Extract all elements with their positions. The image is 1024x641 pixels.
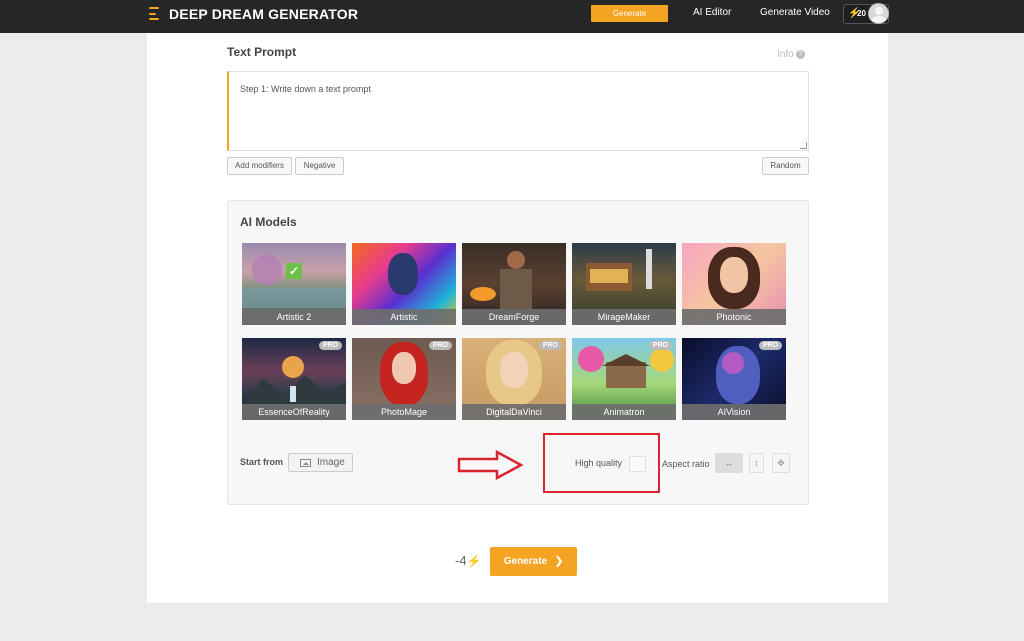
nav-generate-video-link[interactable]: Generate Video [760,7,830,18]
model-label: Artistic 2 [242,309,346,325]
nav-generate-button[interactable]: Generate [591,5,668,22]
cost-indicator: -4⚡ [455,553,482,568]
nav-ai-editor-link[interactable]: AI Editor [693,7,731,18]
pro-badge: PRO [758,341,782,350]
model-label: AIVision [682,404,786,420]
annotation-arrow [457,450,524,480]
pro-badge: PRO [648,341,672,350]
model-label: Artistic [352,309,456,325]
generate-button[interactable]: Generate ❯ [490,547,577,576]
model-label: DreamForge [462,309,566,325]
text-prompt-input[interactable]: Step 1: Write down a text prompt [227,71,809,151]
model-tile-dreamforge[interactable]: DreamForge [462,243,566,325]
model-tile-animatron[interactable]: PRO Animatron [572,338,676,420]
model-tile-miragemaker[interactable]: MirageMaker [572,243,676,325]
negative-button[interactable]: Negative [295,157,344,175]
pro-badge: PRO [538,341,562,350]
aspect-landscape-button[interactable]: ↔ [715,453,743,473]
top-navbar: DEEP DREAM GENERATOR Generate AI Editor … [0,0,1024,33]
model-tile-digitaldavinci[interactable]: PRO DigitalDaVinci [462,338,566,420]
model-label: Animatron [572,404,676,420]
model-tile-photonic[interactable]: Photonic [682,243,786,325]
model-label: EssenceOfReality [242,404,346,420]
model-label: PhotoMage [352,404,456,420]
aspect-square-button[interactable]: ✥ [772,453,790,473]
start-from-label: Start from [240,457,284,467]
model-label: Photonic [682,309,786,325]
check-icon: ✓ [286,263,302,279]
resize-handle[interactable] [800,142,807,149]
model-tile-photomage[interactable]: PRO PhotoMage [352,338,456,420]
image-icon [300,459,311,467]
start-from-image-button[interactable]: Image [288,453,353,472]
info-label: Info [777,49,794,60]
generate-button-label: Generate [503,556,548,567]
ai-models-title: AI Models [240,215,297,229]
cost-value: -4 [455,553,467,568]
model-tile-aivision[interactable]: PRO AIVision [682,338,786,420]
aspect-ratio-label: Aspect ratio [662,459,710,469]
high-quality-checkbox[interactable] [629,456,646,472]
random-button[interactable]: Random [762,157,809,175]
model-label: MirageMaker [572,309,676,325]
credits-count: 20 [857,9,866,18]
high-quality-label: High quality [575,458,623,468]
text-prompt-title: Text Prompt [227,45,297,59]
lightning-icon: ⚡ [466,554,482,568]
chevron-right-icon: ❯ [554,556,564,567]
brand-name[interactable]: DEEP DREAM GENERATOR [169,6,358,22]
pro-badge: PRO [428,341,452,350]
avatar[interactable] [868,3,889,24]
model-tile-artistic[interactable]: Artistic [352,243,456,325]
logo-icon[interactable] [149,7,159,21]
aspect-portrait-button[interactable]: ↕ [749,453,764,473]
model-tile-essenceofreality[interactable]: PRO EssenceOfReality [242,338,346,420]
question-icon: ? [795,50,805,59]
text-prompt-placeholder: Step 1: Write down a text prompt [240,84,371,94]
info-link[interactable]: Info? [777,49,805,60]
model-tile-artistic-2[interactable]: ✓ Artistic 2 [242,243,346,325]
model-label: DigitalDaVinci [462,404,566,420]
pro-badge: PRO [318,341,342,350]
add-modifiers-button[interactable]: Add modifiers [227,157,292,175]
image-button-label: Image [317,457,345,468]
